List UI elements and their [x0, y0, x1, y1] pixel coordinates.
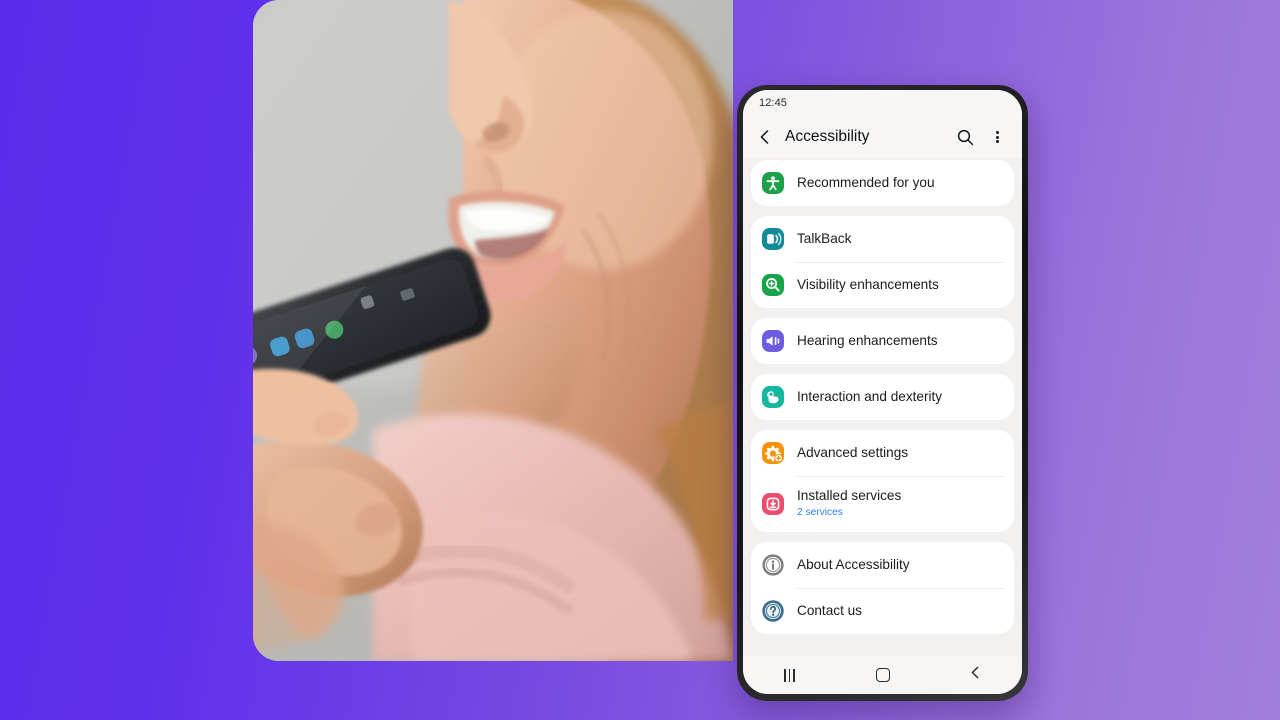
list-item[interactable]: TalkBack — [751, 216, 1014, 262]
list-item-label: TalkBack — [797, 230, 852, 246]
list-item[interactable]: Recommended for you — [751, 160, 1014, 206]
app-bar: Accessibility — [743, 116, 1022, 158]
settings-card-interaction: Interaction and dexterity — [751, 374, 1014, 420]
list-item[interactable]: Contact us — [751, 588, 1014, 634]
nav-home-button[interactable] — [836, 656, 929, 694]
list-item-label: Advanced settings — [797, 444, 909, 460]
list-item[interactable]: Visibility enhancements — [751, 262, 1014, 308]
list-item-label: About Accessibility — [797, 556, 910, 572]
list-item-label: Recommended for you — [797, 174, 935, 190]
question-circle-icon — [761, 599, 785, 623]
status-bar-clock: 12:45 — [759, 97, 788, 109]
talkback-speaker-icon — [761, 227, 785, 251]
list-item-label: Contact us — [797, 602, 862, 618]
list-item-label: Interaction and dexterity — [797, 388, 943, 404]
list-item[interactable]: Hearing enhancements — [751, 318, 1014, 364]
settings-card-recommended: Recommended for you — [751, 160, 1014, 206]
phone-device-mockup: 12:45 Accessibility Recommended for you … — [737, 85, 1028, 701]
info-circle-icon — [761, 553, 785, 577]
android-nav-bar — [743, 656, 1022, 694]
list-item-label: Visibility enhancements — [797, 276, 939, 292]
list-item[interactable]: Interaction and dexterity — [751, 374, 1014, 420]
hero-photo — [253, 0, 733, 661]
nav-recents-button[interactable] — [743, 656, 836, 694]
accessibility-person-icon — [761, 171, 785, 195]
gear-plus-icon — [761, 441, 785, 465]
settings-list: Recommended for you TalkBack Visibility … — [743, 158, 1022, 656]
installed-services-icon — [761, 492, 785, 516]
settings-card-hearing: Hearing enhancements — [751, 318, 1014, 364]
back-chevron-icon — [968, 665, 983, 685]
list-item[interactable]: About Accessibility — [751, 542, 1014, 588]
screenshot-stage: 12:45 Accessibility Recommended for you … — [0, 0, 1280, 720]
magnifier-plus-icon — [761, 273, 785, 297]
list-item-sublabel: 2 services — [797, 507, 843, 519]
list-item-label: Hearing enhancements — [797, 332, 938, 348]
list-item[interactable]: Installed services 2 services — [751, 476, 1014, 532]
settings-card-advanced: Advanced settings Installed services 2 s… — [751, 430, 1014, 532]
settings-card-info: About Accessibility Contact us — [751, 542, 1014, 634]
home-icon — [875, 668, 890, 682]
nav-back-button[interactable] — [929, 656, 1022, 694]
more-options-icon[interactable] — [986, 126, 1008, 148]
hero-photo-illustration — [253, 0, 733, 661]
status-bar: 12:45 — [743, 90, 1022, 116]
list-item[interactable]: Advanced settings — [751, 430, 1014, 476]
phone-screen: 12:45 Accessibility Recommended for you … — [743, 90, 1022, 694]
search-icon[interactable] — [954, 126, 976, 148]
recents-icon — [784, 668, 795, 682]
page-title: Accessibility — [785, 128, 870, 145]
hearing-speaker-icon — [761, 329, 785, 353]
back-arrow-icon[interactable] — [755, 127, 775, 147]
hand-tap-icon — [761, 385, 785, 409]
settings-card-vision: TalkBack Visibility enhancements — [751, 216, 1014, 308]
list-item-label: Installed services — [797, 488, 902, 504]
